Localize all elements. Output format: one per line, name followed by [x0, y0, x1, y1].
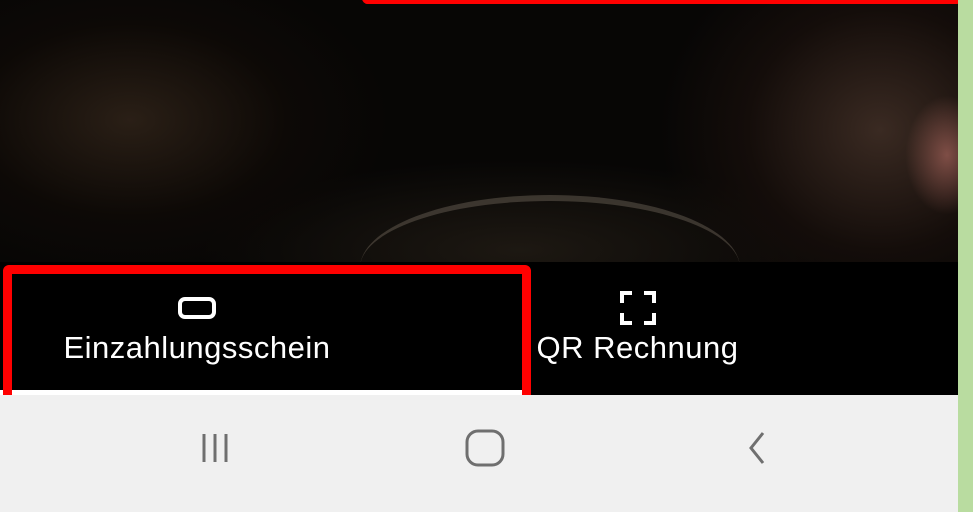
- tab-einzahlungsschein[interactable]: Einzahlungsschein: [0, 262, 479, 395]
- camera-preview: [0, 0, 958, 262]
- back-button[interactable]: [718, 423, 798, 473]
- home-icon: [465, 429, 505, 467]
- rectangle-icon: [177, 296, 217, 320]
- tab-label: QR Rechnung: [536, 330, 739, 365]
- camera-preview-shape: [905, 95, 958, 215]
- outer-border: [958, 0, 973, 512]
- highlight-frame: [362, 0, 958, 4]
- scan-frame-icon: [618, 291, 658, 325]
- back-icon: [749, 432, 765, 464]
- recent-apps-button[interactable]: [175, 423, 255, 473]
- scan-mode-tab-bar: Einzahlungsschein QR Rechnung: [0, 262, 958, 395]
- phone-screen: Einzahlungsschein QR Rechnung: [0, 0, 958, 512]
- tab-label: Einzahlungsschein: [63, 330, 331, 365]
- recent-apps-icon: [202, 434, 228, 462]
- tab-qr-rechnung[interactable]: QR Rechnung: [479, 262, 958, 395]
- home-button[interactable]: [445, 423, 525, 473]
- system-navigation-bar: [0, 395, 958, 512]
